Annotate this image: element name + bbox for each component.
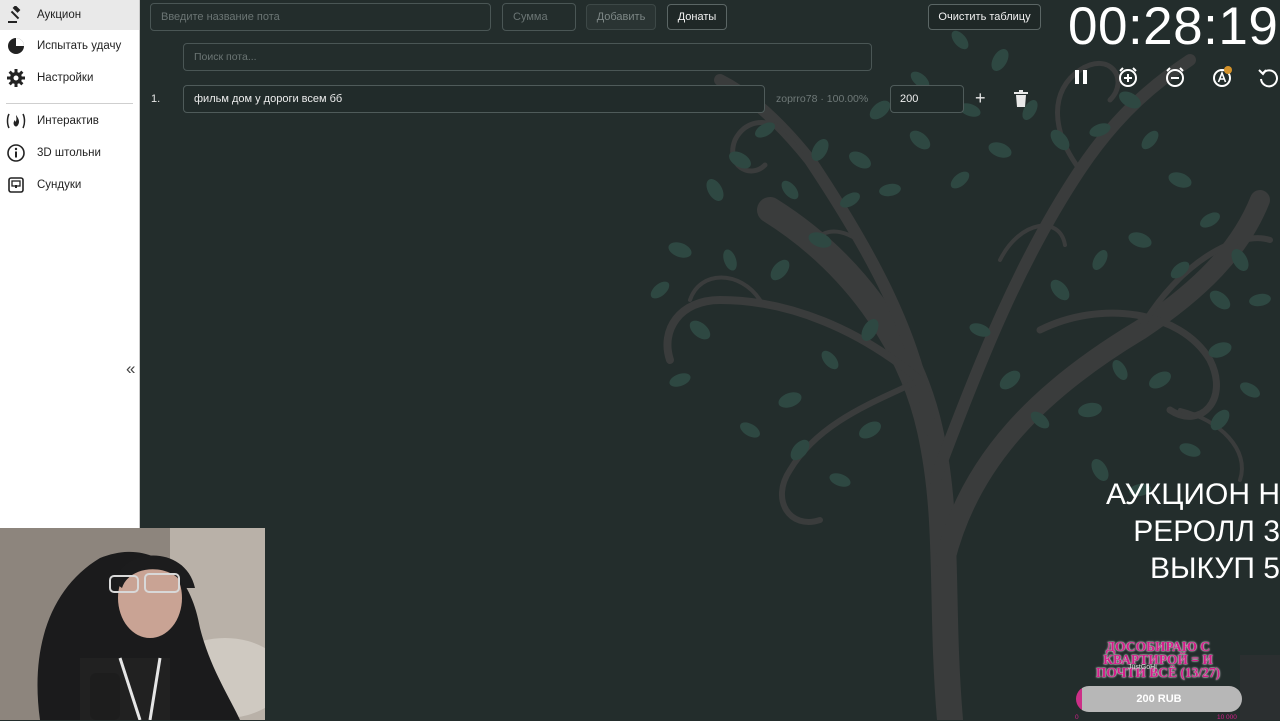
- sidebar-item-label: 3D штольни: [37, 147, 101, 159]
- sidebar-divider: [6, 103, 133, 104]
- clear-table-button[interactable]: Очистить таблицу: [928, 4, 1041, 30]
- sidebar-item-label: Интерактив: [37, 115, 99, 127]
- sidebar-item-3d-mines[interactable]: 3D штольни: [0, 138, 139, 168]
- overlay-line-auction: АУКЦИОН Н: [1106, 478, 1280, 511]
- goal-progress-bar: 200 RUB: [1076, 686, 1242, 712]
- sidebar-item-try-luck[interactable]: Испытать удачу: [0, 31, 139, 61]
- add-button[interactable]: Добавить: [586, 4, 656, 30]
- trash-icon[interactable]: [1013, 90, 1029, 108]
- goal-amount: 200 RUB: [1136, 693, 1182, 705]
- reset-icon[interactable]: [1257, 66, 1279, 88]
- overlay-line-reroll: РЕРОЛЛ 3: [1133, 515, 1280, 548]
- search-input[interactable]: Поиск пота...: [183, 43, 872, 71]
- gear-icon: [6, 68, 26, 88]
- goal-user: JustGoHi: [1128, 664, 1157, 671]
- auto-timer-icon[interactable]: [1211, 66, 1233, 88]
- webcam-feed: [0, 528, 265, 720]
- pause-icon[interactable]: [1070, 66, 1092, 88]
- gavel-icon: [6, 5, 26, 25]
- goal-title: ДОСОБИРАЮ С КВАРТИРОЙ = И ПОЧТИ ВСЁ (13/…: [1095, 639, 1221, 680]
- lot-name-field[interactable]: фильм дом у дороги всем бб: [183, 85, 765, 113]
- pie-chart-icon: [6, 36, 26, 56]
- sidebar-item-chests[interactable]: Сундуки: [0, 170, 139, 200]
- sidebar-item-label: Испытать удачу: [37, 40, 122, 52]
- sidebar-item-interactive[interactable]: Интерактив: [0, 106, 139, 136]
- add-time-icon[interactable]: [1117, 66, 1139, 88]
- lot-name-input[interactable]: Введите название пота: [150, 3, 491, 31]
- goal-widget-background: [1240, 655, 1280, 720]
- sidebar-collapse-button[interactable]: «: [126, 359, 135, 379]
- sidebar-item-label: Аукцион: [37, 9, 82, 21]
- lot-number: 1.: [151, 93, 161, 105]
- lot-amount-field[interactable]: 200: [890, 85, 964, 113]
- remove-time-icon[interactable]: [1164, 66, 1186, 88]
- timer-display: 00:28:19: [1068, 0, 1279, 56]
- sidebar-item-settings[interactable]: Настройки: [0, 63, 139, 93]
- fire-icon: [6, 111, 26, 131]
- sidebar-item-auction[interactable]: Аукцион: [0, 0, 139, 30]
- info-icon: [6, 143, 26, 163]
- sidebar-item-label: Настройки: [37, 72, 94, 84]
- amount-input[interactable]: Сумма: [502, 3, 576, 31]
- overlay-line-buyout: ВЫКУП 5: [1149, 552, 1280, 585]
- donations-button[interactable]: Донаты: [667, 4, 727, 30]
- lot-meta: zoprro78 · 100.00%: [776, 93, 869, 105]
- sidebar-item-label: Сундуки: [37, 179, 82, 191]
- chest-icon: [6, 175, 26, 195]
- add-amount-button[interactable]: +: [975, 88, 986, 109]
